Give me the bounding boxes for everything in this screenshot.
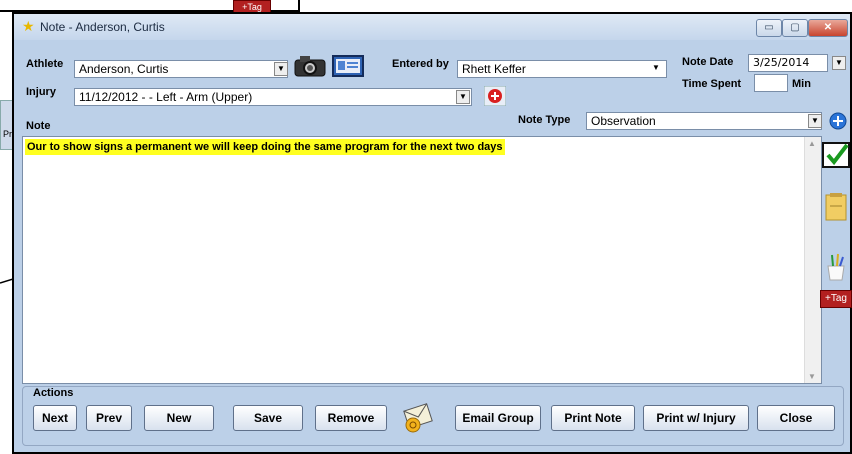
time-spent-field[interactable] [754, 74, 788, 92]
time-spent-label: Time Spent [682, 78, 742, 90]
entered-by-label: Entered by [392, 58, 449, 70]
note-text: Our to show signs a permanent we will ke… [25, 139, 505, 155]
actions-group: Actions Next Prev New Save Remove Email … [22, 386, 844, 446]
note-type-dropdown-arrow[interactable]: ▼ [808, 114, 822, 128]
injury-select[interactable]: 11/12/2012 - - Left - Arm (Upper) [74, 88, 472, 106]
add-note-type-icon[interactable] [828, 111, 848, 131]
note-date-dropdown-arrow[interactable]: ▼ [832, 56, 846, 70]
close-window-button[interactable]: ✕ [808, 19, 848, 37]
note-date-field[interactable]: 3/25/2014 [748, 54, 828, 72]
athlete-dropdown-arrow[interactable]: ▼ [274, 62, 288, 76]
scroll-down-icon[interactable]: ▼ [808, 372, 816, 381]
print-with-injury-button[interactable]: Print w/ Injury [643, 405, 749, 431]
next-button[interactable]: Next [33, 405, 77, 431]
entered-by-select[interactable]: Rhett Keffer [457, 60, 667, 78]
prev-button[interactable]: Prev [86, 405, 132, 431]
injury-label: Injury [26, 86, 56, 98]
note-type-select[interactable]: Observation [586, 112, 822, 130]
actions-title: Actions [33, 387, 74, 399]
note-label: Note [26, 120, 51, 132]
camera-icon[interactable] [294, 55, 326, 77]
close-button[interactable]: Close [757, 405, 835, 431]
title-bar[interactable]: ★ Note - Anderson, Curtis ▭ ▢ ✕ [14, 14, 850, 40]
email-envelope-icon[interactable] [401, 401, 435, 435]
note-window: ★ Note - Anderson, Curtis ▭ ▢ ✕ Athlete … [12, 12, 852, 454]
window-title: Note - Anderson, Curtis [40, 20, 165, 34]
remove-button[interactable]: Remove [315, 405, 387, 431]
print-note-button[interactable]: Print Note [551, 405, 635, 431]
scroll-up-icon[interactable]: ▲ [808, 139, 816, 148]
pencil-cup-icon[interactable] [824, 252, 848, 282]
notepad-icon[interactable] [824, 192, 848, 222]
note-scrollbar[interactable]: ▲ ▼ [804, 137, 821, 383]
email-group-button[interactable]: Email Group [455, 405, 541, 431]
athlete-label: Athlete [26, 58, 64, 70]
maximize-button[interactable]: ▢ [782, 19, 808, 37]
add-injury-icon[interactable] [484, 86, 506, 106]
note-type-label: Note Type [518, 114, 571, 126]
athlete-select[interactable]: Anderson, Curtis [74, 60, 288, 78]
note-textarea[interactable]: Our to show signs a permanent we will ke… [22, 136, 822, 384]
star-icon: ★ [22, 18, 35, 34]
spell-check-icon[interactable] [822, 142, 850, 168]
entered-by-dropdown-arrow[interactable]: ▼ [652, 63, 660, 72]
time-spent-unit: Min [792, 78, 811, 90]
note-date-label: Note Date [682, 56, 734, 68]
save-button[interactable]: Save [233, 405, 303, 431]
minimize-button[interactable]: ▭ [756, 19, 782, 37]
injury-dropdown-arrow[interactable]: ▼ [456, 90, 470, 104]
id-card-icon[interactable] [332, 55, 364, 77]
new-button[interactable]: New [144, 405, 214, 431]
add-tag-button[interactable]: +Tag [820, 290, 852, 308]
